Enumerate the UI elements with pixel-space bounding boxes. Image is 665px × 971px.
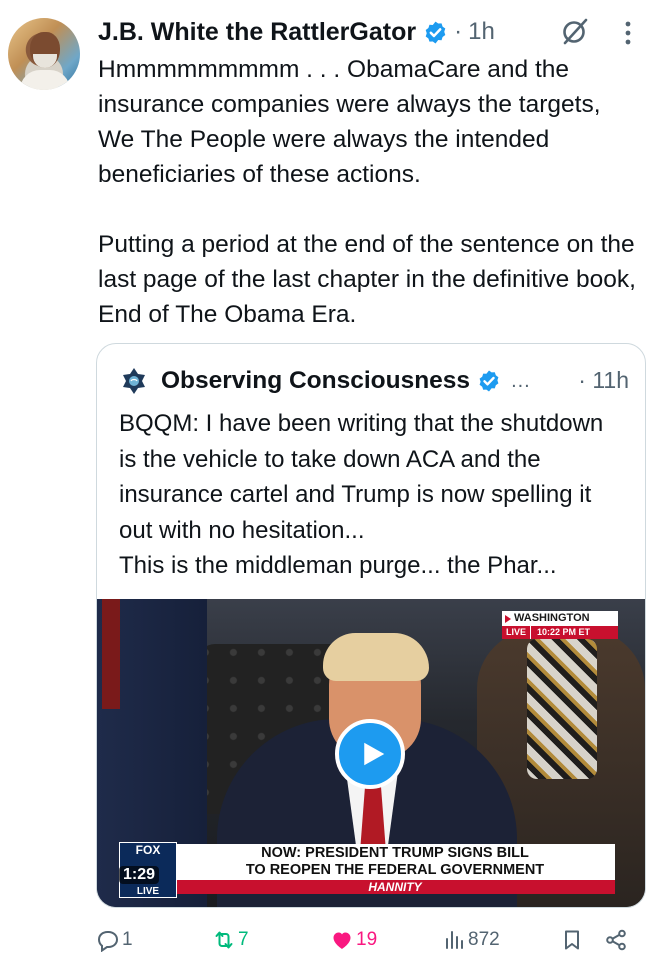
repost-button[interactable]: 7 — [212, 922, 249, 958]
network-logo-text: FOX — [135, 843, 161, 857]
views-count: 872 — [468, 929, 500, 950]
like-count: 19 — [356, 929, 378, 950]
quoted-tweet-header: Observing Consciousness ... · 11h — [119, 364, 629, 398]
quoted-time-value: 11h — [592, 367, 629, 393]
tweet: J.B. White the RattlerGator · 1h Hmmmmmm… — [0, 0, 665, 971]
chyron-show-name: HANNITY — [175, 880, 615, 894]
reply-count: 1 — [122, 929, 133, 950]
post-time[interactable]: 1h — [468, 18, 495, 46]
chyron-headline: NOW: PRESIDENT TRUMP SIGNS BILL TO REOPE… — [175, 844, 615, 880]
quoted-author-name[interactable]: Observing Consciousness — [161, 367, 470, 395]
video-scene-scarf — [527, 639, 597, 779]
clock-label: 10:22 PM ET — [530, 626, 618, 639]
verified-badge-icon — [425, 21, 446, 43]
like-button[interactable]: 19 — [330, 922, 377, 958]
heart-icon — [333, 932, 351, 949]
reply-icon — [97, 931, 119, 952]
views-button[interactable]: 872 — [442, 922, 500, 958]
bookmark-button[interactable] — [560, 922, 584, 958]
views-icon — [446, 931, 463, 949]
quoted-separator: · — [578, 367, 586, 393]
more-options-icon[interactable] — [624, 20, 632, 46]
author-avatar[interactable] — [8, 18, 80, 90]
avatar-shirt — [20, 70, 70, 90]
quoted-tweet-text: BQQM: I have been writing that the shutd… — [119, 410, 604, 579]
share-button[interactable] — [604, 922, 628, 958]
play-icon — [363, 742, 384, 766]
network-live-label: LIVE — [136, 886, 160, 897]
quoted-author-avatar[interactable] — [119, 366, 149, 396]
action-bar: 1 7 19 872 — [96, 922, 641, 958]
play-button[interactable] — [335, 719, 405, 789]
bookmark-icon — [565, 930, 579, 950]
quoted-name-truncation: ... — [511, 369, 531, 392]
post-separator: · — [454, 18, 463, 45]
video-scene-hair — [323, 633, 429, 681]
live-clock: LIVE 10:22 PM ET — [502, 626, 618, 639]
tweet-header: J.B. White the RattlerGator · 1h — [98, 14, 658, 50]
video-duration: 1:29 — [119, 866, 160, 884]
location-label: WASHINGTON — [502, 611, 618, 626]
repost-icon — [215, 931, 233, 949]
quoted-time[interactable]: · 11h — [578, 367, 629, 394]
verified-badge-icon — [479, 370, 499, 392]
avatar-beard — [33, 54, 57, 68]
tweet-text: Hmmmmmmmmm . . . ObamaCare and the insur… — [98, 56, 636, 328]
video-player[interactable]: WASHINGTON LIVE 10:22 PM ET NOW: PRESIDE… — [97, 599, 645, 907]
news-chyron: NOW: PRESIDENT TRUMP SIGNS BILL TO REOPE… — [175, 844, 615, 894]
quoted-tweet[interactable]: Observing Consciousness ... · 11h BQQM: … — [96, 343, 646, 908]
live-label: LIVE — [502, 626, 531, 639]
grok-icon[interactable] — [560, 16, 590, 46]
author-name[interactable]: J.B. White the RattlerGator — [98, 18, 416, 47]
repost-count: 7 — [238, 929, 249, 950]
reply-button[interactable]: 1 — [96, 922, 133, 958]
share-icon — [606, 929, 626, 951]
location-bug: WASHINGTON LIVE 10:22 PM ET — [502, 611, 618, 639]
